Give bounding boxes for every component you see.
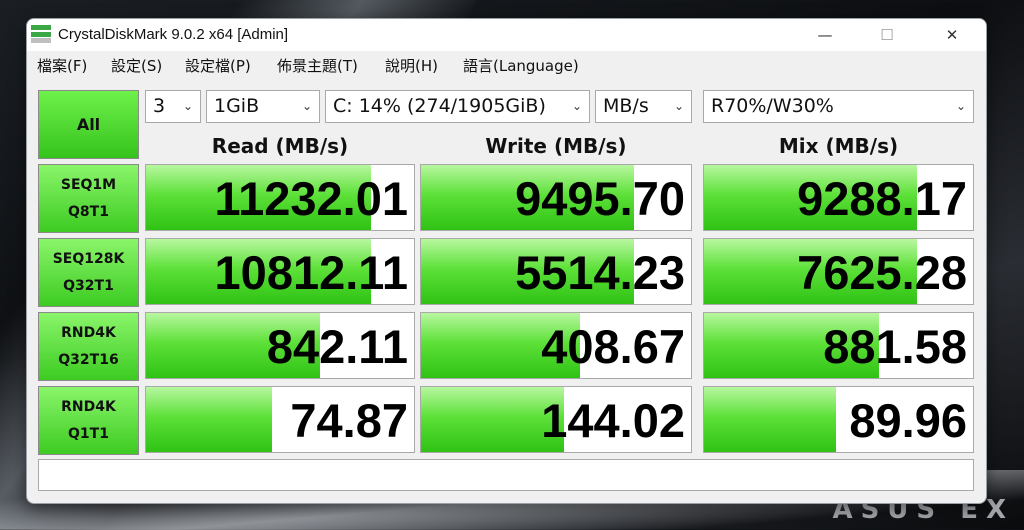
unit-select[interactable]: MB/s ⌄ bbox=[595, 90, 692, 123]
result-value: 9495.70 bbox=[515, 172, 685, 225]
result-value: 842.11 bbox=[266, 320, 408, 373]
result-cell-write: 9495.70 bbox=[420, 164, 692, 231]
test-button-rnd4k-q1t1[interactable]: RND4K Q1T1 bbox=[38, 386, 139, 455]
row-label-line2: Q1T1 bbox=[68, 425, 109, 442]
result-bar bbox=[146, 387, 272, 452]
test-button-seq1m-q8t1[interactable]: SEQ1M Q8T1 bbox=[38, 164, 139, 233]
result-cell-mix: 9288.17 bbox=[703, 164, 974, 231]
mix-column-header: Mix (MB/s) bbox=[778, 134, 899, 158]
row-label-line1: SEQ128K bbox=[52, 250, 125, 267]
test-size-select[interactable]: 1GiB ⌄ bbox=[206, 90, 320, 123]
test-button-seq128k-q32t1[interactable]: SEQ128K Q32T1 bbox=[38, 238, 139, 307]
all-button[interactable]: All bbox=[38, 90, 139, 159]
result-cell-write: 144.02 bbox=[420, 386, 692, 453]
menu-bar: 檔案(F) 設定(S) 設定檔(P) 佈景主題(T) 說明(H) 語言(Lang… bbox=[27, 51, 986, 79]
chevron-down-icon: ⌄ bbox=[182, 99, 193, 113]
result-cell-mix: 881.58 bbox=[703, 312, 974, 379]
window-title: CrystalDiskMark 9.0.2 x64 [Admin] bbox=[58, 26, 289, 43]
result-value: 89.96 bbox=[849, 394, 967, 447]
result-cell-read: 10812.11 bbox=[145, 238, 415, 305]
write-column-header: Write (MB/s) bbox=[485, 134, 627, 158]
result-cell-write: 5514.23 bbox=[420, 238, 692, 305]
test-size-value: 1GiB bbox=[214, 95, 260, 117]
test-button-rnd4k-q32t16[interactable]: RND4K Q32T16 bbox=[38, 312, 139, 381]
app-window: CrystalDiskMark 9.0.2 x64 [Admin] — ☐ ✕ … bbox=[26, 18, 987, 504]
unit-value: MB/s bbox=[603, 95, 649, 117]
result-cell-read: 74.87 bbox=[145, 386, 415, 453]
result-value: 408.67 bbox=[541, 320, 685, 373]
comment-field[interactable] bbox=[38, 459, 974, 491]
menu-language[interactable]: 語言(Language) bbox=[463, 55, 579, 76]
result-value: 74.87 bbox=[290, 394, 408, 447]
result-cell-mix: 89.96 bbox=[703, 386, 974, 453]
menu-profile[interactable]: 設定檔(P) bbox=[185, 55, 251, 76]
crystaldiskmark-icon bbox=[31, 25, 51, 43]
result-value: 144.02 bbox=[541, 394, 685, 447]
drive-value: C: 14% (274/1905GiB) bbox=[333, 95, 546, 117]
title-bar[interactable]: CrystalDiskMark 9.0.2 x64 [Admin] — ☐ ✕ bbox=[27, 19, 986, 51]
result-value: 7625.28 bbox=[797, 246, 967, 299]
result-value: 5514.23 bbox=[515, 246, 685, 299]
menu-settings[interactable]: 設定(S) bbox=[111, 55, 162, 76]
row-label-line1: RND4K bbox=[61, 398, 116, 415]
row-label-line2: Q32T1 bbox=[63, 277, 114, 294]
menu-file[interactable]: 檔案(F) bbox=[37, 55, 87, 76]
result-bar bbox=[704, 387, 836, 452]
chevron-down-icon: ⌄ bbox=[571, 99, 582, 113]
chevron-down-icon: ⌄ bbox=[673, 99, 684, 113]
result-cell-mix: 7625.28 bbox=[703, 238, 974, 305]
result-cell-write: 408.67 bbox=[420, 312, 692, 379]
maximize-button[interactable]: ☐ bbox=[864, 19, 910, 51]
row-label-line1: SEQ1M bbox=[60, 176, 117, 193]
test-count-value: 3 bbox=[153, 95, 166, 117]
row-label-line2: Q8T1 bbox=[68, 203, 109, 220]
minimize-button[interactable]: — bbox=[802, 19, 848, 51]
result-value: 9288.17 bbox=[797, 172, 967, 225]
result-value: 10812.11 bbox=[214, 246, 408, 299]
chevron-down-icon: ⌄ bbox=[301, 99, 312, 113]
mix-ratio-select[interactable]: R70%/W30% ⌄ bbox=[703, 90, 974, 123]
close-button[interactable]: ✕ bbox=[929, 19, 975, 51]
result-value: 11232.01 bbox=[214, 172, 408, 225]
drive-select[interactable]: C: 14% (274/1905GiB) ⌄ bbox=[325, 90, 590, 123]
row-label-line1: RND4K bbox=[61, 324, 116, 341]
row-label-line2: Q32T16 bbox=[58, 351, 119, 368]
result-cell-read: 11232.01 bbox=[145, 164, 415, 231]
chevron-down-icon: ⌄ bbox=[955, 99, 966, 113]
read-column-header: Read (MB/s) bbox=[211, 134, 349, 158]
menu-theme[interactable]: 佈景主題(T) bbox=[277, 55, 358, 76]
mix-ratio-value: R70%/W30% bbox=[711, 95, 834, 117]
result-cell-read: 842.11 bbox=[145, 312, 415, 379]
menu-help[interactable]: 說明(H) bbox=[385, 55, 438, 76]
test-count-select[interactable]: 3 ⌄ bbox=[145, 90, 201, 123]
result-value: 881.58 bbox=[823, 320, 967, 373]
